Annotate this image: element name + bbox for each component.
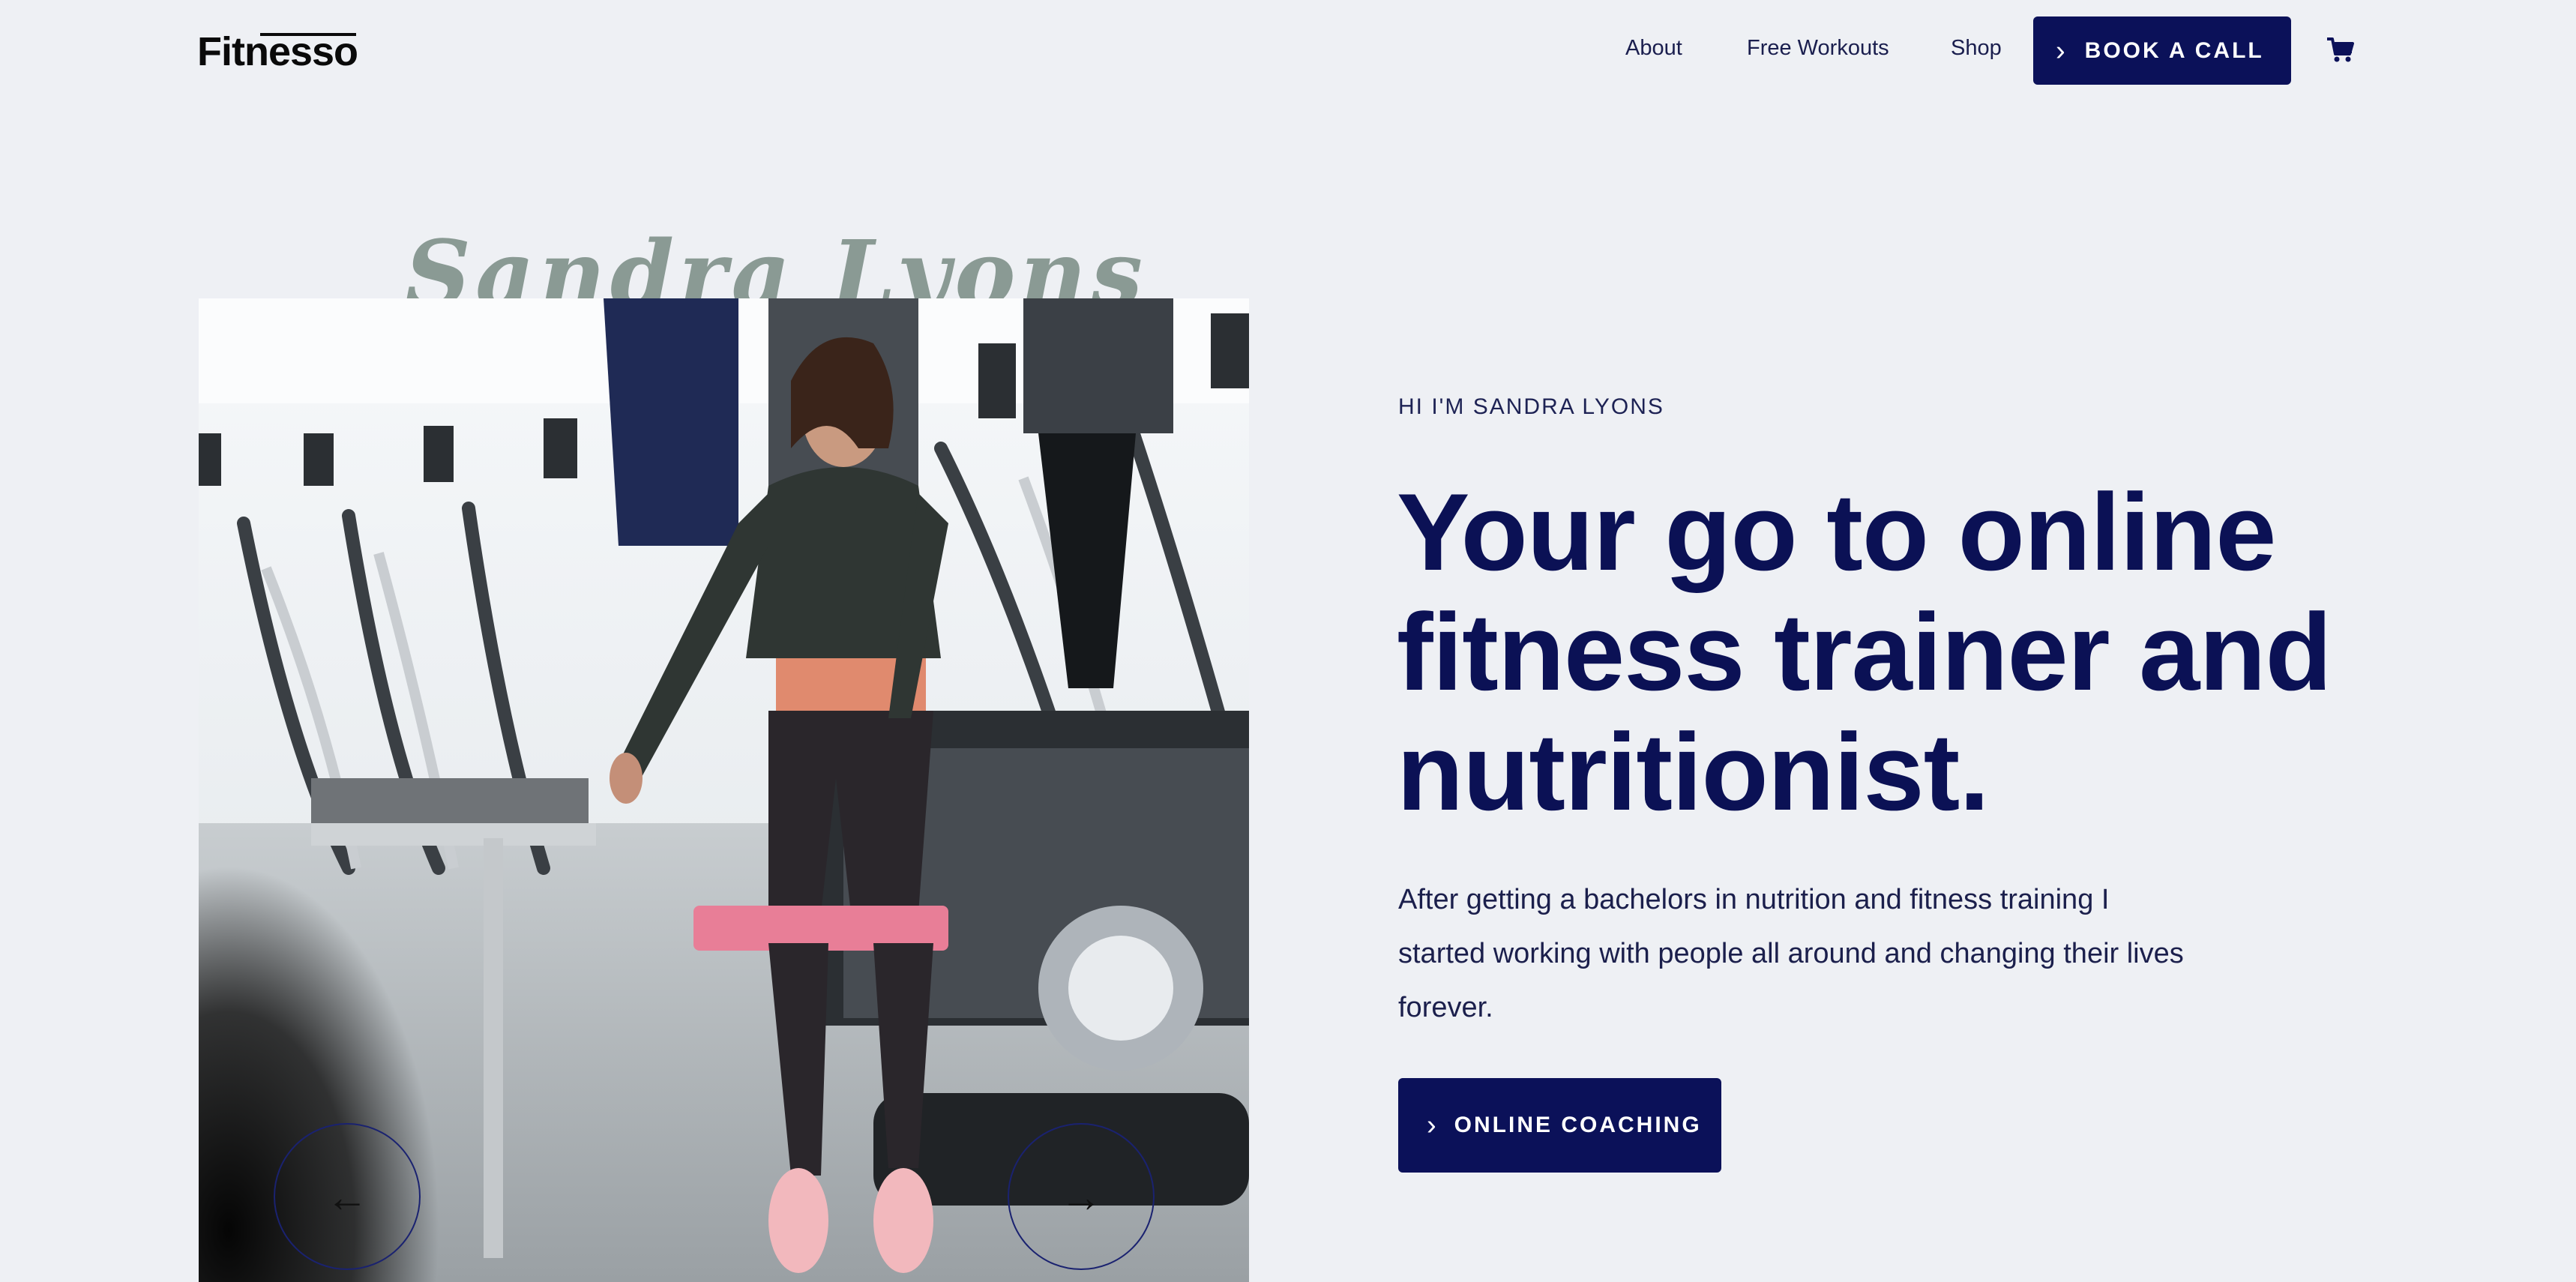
carousel-prev-button[interactable]: ← [274,1123,421,1270]
hero-paragraph: After getting a bachelors in nutrition a… [1398,884,2184,1023]
cart-icon[interactable] [2326,34,2356,64]
site-header: Fitnesso About Free Workouts Shop › BOOK… [0,0,2576,105]
hero-photo: ← → [199,298,1249,1282]
logo[interactable]: Fitnesso [197,28,358,75]
online-coaching-button[interactable]: › ONLINE COACHING [1398,1078,1721,1173]
book-a-call-button[interactable]: › BOOK A CALL [2033,16,2291,85]
nav-link-shop[interactable]: Shop [1951,36,2002,61]
hero-headline: Your go to online fitness trainer and nu… [1397,471,2332,833]
nav-link-free-workouts[interactable]: Free Workouts [1747,36,1889,61]
carousel-next-button[interactable]: → [1008,1123,1155,1270]
arrow-right-icon: → [1060,1173,1102,1221]
book-a-call-label: BOOK A CALL [2084,37,2264,63]
signature-name: Sandra Lyons [405,220,1148,301]
online-coaching-label: ONLINE COACHING [1454,1113,1702,1137]
chevron-right-icon: › [1427,1109,1436,1141]
chevron-right-icon: › [2056,34,2065,67]
arrow-left-icon: ← [326,1173,368,1221]
hero-eyebrow: HI I'M SANDRA LYONS [1398,394,1664,419]
nav-link-about[interactable]: About [1625,36,1682,61]
